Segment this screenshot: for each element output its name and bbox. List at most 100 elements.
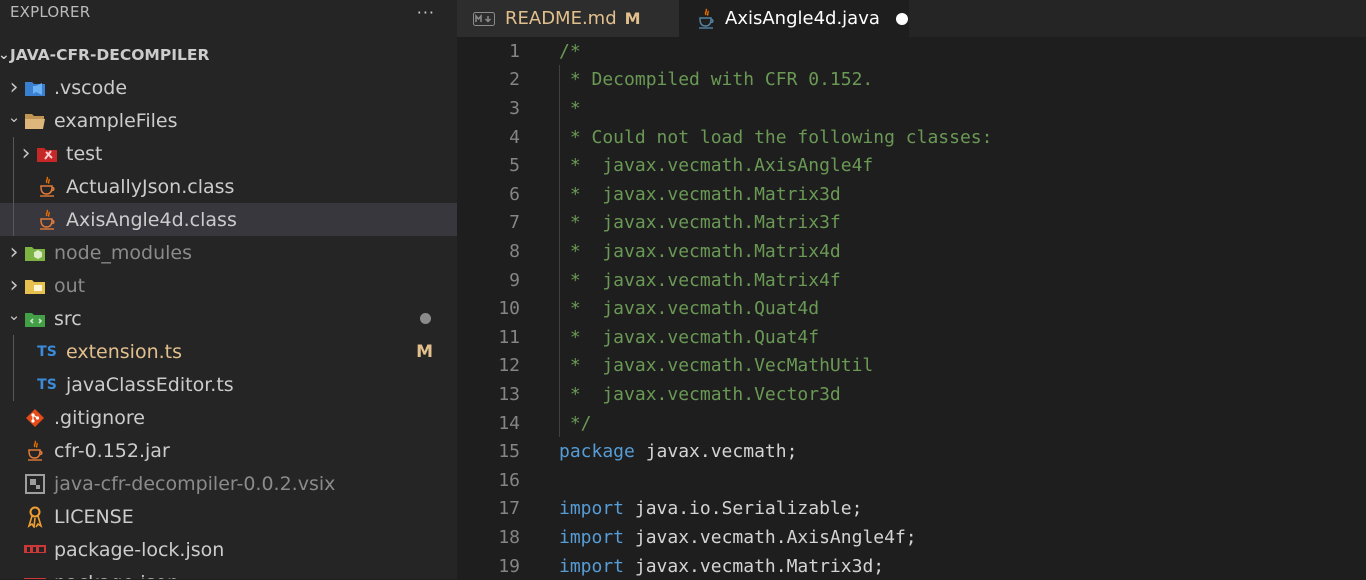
code-text[interactable]: * javax.vecmath.Vector3d: [559, 384, 841, 405]
line-number: 12: [498, 355, 520, 377]
code-comment: * javax.vecmath.VecMathUtil: [559, 355, 874, 377]
tree-item[interactable]: ⌄ exampleFiles: [0, 104, 457, 137]
chevron-down-icon[interactable]: ⌄: [4, 108, 24, 126]
chevron-right-icon[interactable]: ›: [16, 141, 36, 166]
code-text[interactable]: */: [559, 413, 592, 434]
code-comment: */: [559, 412, 592, 434]
license-icon: [24, 506, 46, 528]
tree-item-label: LICENSE: [54, 505, 134, 528]
code-text[interactable]: * javax.vecmath.Matrix3f: [559, 212, 841, 233]
tree-item[interactable]: TS javaClassEditor.ts: [0, 368, 457, 401]
vscode-folder-icon: [24, 77, 46, 99]
code-text[interactable]: /*: [559, 41, 581, 62]
code-line: 16: [457, 466, 1366, 495]
src-folder-icon: [24, 308, 46, 330]
tree-item-label: node_modules: [54, 241, 193, 264]
folder-open-icon: [24, 110, 46, 132]
code-line: 2 * Decompiled with CFR 0.152.: [457, 66, 1366, 95]
tree-item[interactable]: package.json: [0, 566, 457, 579]
workspace-root-label: JAVA-CFR-DECOMPILER: [10, 45, 210, 64]
code-line: 8 * javax.vecmath.Matrix4d: [457, 237, 1366, 266]
tree-item[interactable]: .gitignore: [0, 401, 457, 434]
code-token: javax.vecmath;: [634, 441, 798, 463]
chevron-down-icon[interactable]: ⌄: [4, 306, 24, 324]
line-number: 2: [509, 69, 520, 91]
chevron-right-icon[interactable]: ›: [4, 240, 24, 265]
tab-readme[interactable]: README.md M: [457, 0, 679, 37]
code-text[interactable]: * javax.vecmath.AxisAngle4f: [559, 155, 873, 176]
code-editor[interactable]: 1/* 2 * Decompiled with CFR 0.152. 3 * 4 * …: [457, 37, 1366, 579]
code-text[interactable]: * Decompiled with CFR 0.152.: [559, 69, 873, 90]
line-number: 3: [509, 97, 520, 119]
code-line: 18 import javax.vecmath.AxisAngle4f;: [457, 523, 1366, 552]
explorer-title: EXPLORER: [10, 3, 91, 21]
explorer-header: EXPLORER ···: [0, 0, 457, 24]
java-icon: [697, 8, 715, 30]
code-keyword: package: [559, 441, 635, 463]
code-line: 11 * javax.vecmath.Quat4f: [457, 323, 1366, 352]
code-line: 12 * javax.vecmath.VecMathUtil: [457, 352, 1366, 381]
tree-item[interactable]: › .vscode: [0, 71, 457, 104]
code-line: 7 * javax.vecmath.Matrix3f: [457, 209, 1366, 238]
unsaved-dot-icon[interactable]: [895, 12, 908, 25]
code-line: 15 package javax.vecmath;: [457, 437, 1366, 466]
code-text[interactable]: * javax.vecmath.Matrix4f: [559, 270, 841, 291]
tree-item[interactable]: AxisAngle4d.class: [0, 203, 457, 236]
tree-item[interactable]: › out: [0, 269, 457, 302]
code-text[interactable]: * Could not load the following classes:: [559, 127, 993, 148]
tree-item-label: .gitignore: [54, 406, 145, 429]
code-keyword: import: [559, 555, 625, 577]
code-line: 3 *: [457, 94, 1366, 123]
line-number: 11: [498, 326, 520, 348]
code-line: 17 import java.io.Serializable;: [457, 495, 1366, 524]
tree-indent-guide: [13, 335, 14, 401]
code-text[interactable]: * javax.vecmath.Quat4d: [559, 298, 819, 319]
tree-item[interactable]: ActuallyJson.class: [0, 170, 457, 203]
code-line: 13 * javax.vecmath.Vector3d: [457, 380, 1366, 409]
line-number: 15: [498, 441, 520, 463]
chevron-right-icon[interactable]: ›: [4, 75, 24, 100]
code-line: 6 * javax.vecmath.Matrix3d: [457, 180, 1366, 209]
line-number: 6: [509, 183, 520, 205]
more-actions-icon[interactable]: ···: [417, 3, 435, 22]
code-line: 19 import javax.vecmath.Matrix3d;: [457, 552, 1366, 580]
java-icon: [36, 176, 58, 198]
code-comment: /*: [559, 40, 581, 62]
tree-item[interactable]: cfr-0.152.jar: [0, 434, 457, 467]
code-line: 4 * Could not load the following classes…: [457, 123, 1366, 152]
vsix-icon: [24, 473, 46, 495]
tree-item[interactable]: ⌄ src: [0, 302, 457, 335]
tree-item[interactable]: › node_modules: [0, 236, 457, 269]
code-token: javax.vecmath.AxisAngle4f;: [624, 526, 917, 548]
test-folder-icon: [36, 143, 58, 165]
code-text[interactable]: import java.io.Serializable;: [559, 498, 862, 519]
tree-item-label: out: [54, 274, 86, 297]
code-line: 10 * javax.vecmath.Quat4d: [457, 294, 1366, 323]
code-text[interactable]: import javax.vecmath.AxisAngle4f;: [559, 527, 917, 548]
code-text[interactable]: * javax.vecmath.Matrix3d: [559, 184, 841, 205]
tree-indent-guide: [13, 137, 14, 236]
code-text[interactable]: * javax.vecmath.Matrix4d: [559, 241, 841, 262]
tree-item-label: cfr-0.152.jar: [54, 439, 170, 462]
modified-badge: M: [416, 341, 433, 362]
tree-item-label: AxisAngle4d.class: [66, 208, 237, 231]
code-text[interactable]: * javax.vecmath.Quat4f: [559, 327, 819, 348]
tree-item[interactable]: › test: [0, 137, 457, 170]
code-text[interactable]: * javax.vecmath.VecMathUtil: [559, 355, 873, 376]
code-comment: * javax.vecmath.Matrix4d: [559, 240, 841, 262]
java-icon: [24, 440, 46, 462]
tree-item[interactable]: LICENSE: [0, 500, 457, 533]
tree-item[interactable]: java-cfr-decompiler-0.0.2.vsix: [0, 467, 457, 500]
tree-item-label: package-lock.json: [54, 538, 225, 561]
chevron-right-icon[interactable]: ›: [4, 273, 24, 298]
tree-item[interactable]: TS extension.ts M: [0, 335, 457, 368]
tree-item-label: extension.ts: [66, 340, 183, 363]
code-text[interactable]: *: [559, 98, 581, 119]
workspace-root[interactable]: ⌄ JAVA-CFR-DECOMPILER: [0, 38, 457, 71]
line-number: 13: [498, 383, 520, 405]
tree-item[interactable]: package-lock.json: [0, 533, 457, 566]
code-text[interactable]: import javax.vecmath.Matrix3d;: [559, 556, 884, 577]
ts-icon-label: TS: [37, 376, 57, 393]
code-text[interactable]: package javax.vecmath;: [559, 441, 797, 462]
tab-axisangle4d[interactable]: AxisAngle4d.java: [679, 0, 909, 37]
